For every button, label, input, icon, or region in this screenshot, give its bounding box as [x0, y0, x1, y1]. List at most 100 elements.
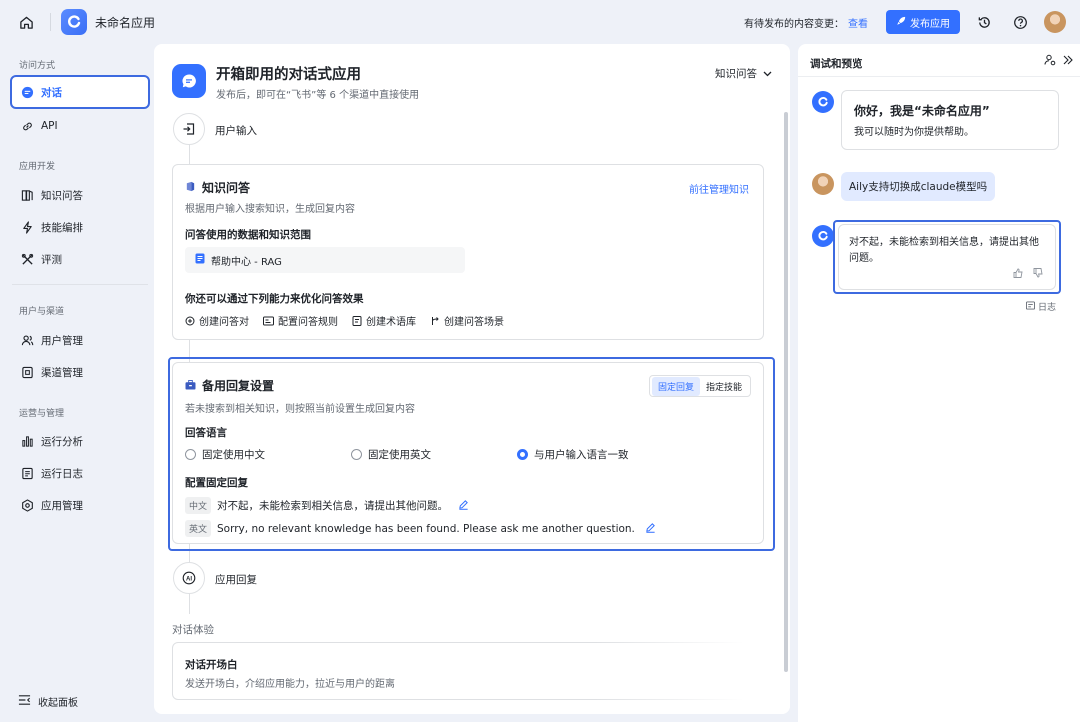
collapse-icon	[18, 694, 31, 709]
svg-text:AI: AI	[186, 576, 192, 582]
sidebar-item-qa[interactable]: 知识问答	[12, 180, 148, 210]
expand-right-icon[interactable]	[1062, 54, 1074, 69]
sidebar-section-access: 访问方式	[19, 61, 56, 71]
en-reply-text: Sorry, no relevant knowledge has been fo…	[217, 522, 635, 535]
sidebar-item-api[interactable]: API	[12, 111, 148, 141]
qa-scene-link[interactable]: 创建问答场景	[430, 313, 504, 328]
sidebar-item-logs[interactable]: 运行日志	[12, 458, 148, 488]
knowledge-qa-card: 知识问答 前往管理知识 根据用户输入搜索知识，生成回复内容 问答使用的数据和知识…	[172, 164, 764, 340]
thumbs-down-icon[interactable]	[1033, 268, 1043, 281]
specified-skill-tab[interactable]: 指定技能	[700, 377, 748, 396]
thumbs-up-icon[interactable]	[1013, 268, 1023, 281]
preview-actions	[1044, 54, 1074, 69]
plus-circle-icon	[185, 316, 195, 326]
sidebar-item-channels[interactable]: 渠道管理	[12, 357, 148, 387]
sidebar-item-users[interactable]: 用户管理	[12, 325, 148, 355]
sidebar-item-label: 渠道管理	[41, 366, 83, 379]
optimize-options: 创建问答对 配置问答规则 创建术语库 创建问答场景	[185, 313, 504, 328]
card-description: 根据用户输入搜索知识，生成回复内容	[185, 204, 355, 215]
briefcase-icon	[185, 379, 196, 393]
sidebar-item-skills[interactable]: 技能编排	[12, 212, 148, 242]
manage-knowledge-link[interactable]: 前往管理知识	[689, 181, 749, 196]
config-panel: 开箱即用的对话式应用 发布后，即可在“飞书”等 6 个渠道中直接使用 知识问答 …	[154, 44, 790, 714]
scrollbar[interactable]	[784, 112, 788, 672]
edit-pencil-icon[interactable]	[458, 499, 469, 513]
create-qa-pair-link[interactable]: 创建问答对	[185, 313, 249, 328]
glossary-icon	[352, 315, 362, 326]
knowledge-icon	[185, 181, 196, 195]
sidebar-item-label: 评测	[41, 253, 62, 266]
sidebar: 访问方式 对话 API 应用开发 知识问答 技能编排 评测 用户与渠道 用户管理…	[0, 44, 154, 722]
radio-chinese[interactable]: 固定使用中文	[185, 447, 351, 462]
book-icon	[20, 188, 34, 202]
sidebar-item-label: 用户管理	[41, 334, 83, 347]
lang-tag-en: 英文	[185, 520, 212, 537]
sidebar-item-manage[interactable]: 应用管理	[12, 490, 148, 520]
greeting-bubble: 你好，我是“未命名应用” 我可以随时为你提供帮助。	[841, 90, 1059, 150]
sidebar-section-users: 用户与渠道	[19, 307, 65, 317]
log-link[interactable]: 日志	[1025, 300, 1056, 313]
mode-dropdown[interactable]: 知识问答	[715, 66, 772, 81]
rules-icon	[263, 316, 274, 326]
tools-icon	[20, 252, 34, 266]
user-avatar	[812, 173, 834, 195]
edit-pencil-icon[interactable]	[645, 522, 656, 536]
user-message-bubble: Aily支持切换成claude模型吗	[841, 172, 996, 201]
publish-button[interactable]: 发布应用	[886, 10, 960, 34]
radio-english[interactable]: 固定使用英文	[351, 447, 517, 462]
help-icon[interactable]	[1008, 10, 1032, 34]
view-changes-link[interactable]: 查看	[848, 15, 868, 30]
language-label: 回答语言	[185, 427, 227, 439]
card-title: 知识问答	[185, 179, 250, 196]
preview-panel: 调试和预览 你好，我是“未命名应用” 我可以随时为你提供帮助。 Aily支持切换…	[798, 44, 1080, 722]
chat-app-icon	[172, 64, 206, 98]
sidebar-section-dev: 应用开发	[19, 162, 56, 172]
step-app-reply: 应用回复	[215, 574, 257, 586]
zh-reply-row: 中文 对不起，未能检索到相关信息，请提出其他问题。	[185, 497, 469, 514]
log-icon	[20, 466, 34, 480]
app-logo-icon	[61, 9, 87, 35]
user-settings-icon[interactable]	[1044, 54, 1056, 69]
sidebar-item-analytics[interactable]: 运行分析	[12, 426, 148, 456]
fade-overlay	[594, 604, 790, 714]
radio-circle	[351, 449, 362, 460]
preview-title: 调试和预览	[810, 58, 863, 70]
radio-circle-selected	[517, 449, 528, 460]
radio-match-user[interactable]: 与用户输入语言一致	[517, 447, 629, 462]
qa-rules-link[interactable]: 配置问答规则	[263, 313, 338, 328]
sidebar-item-label: 运行分析	[41, 435, 83, 448]
api-link-icon	[20, 119, 34, 133]
greeting-title: 你好，我是“未命名应用”	[854, 104, 990, 118]
glossary-link[interactable]: 创建术语库	[352, 313, 416, 328]
user-avatar[interactable]	[1044, 11, 1066, 33]
knowledge-base-chip[interactable]: 帮助中心 - RAG	[185, 247, 465, 273]
home-icon[interactable]	[12, 8, 40, 36]
sidebar-item-label: API	[41, 120, 58, 132]
page-subtitle: 发布后，即可在“飞书”等 6 个渠道中直接使用	[216, 90, 420, 101]
chevron-down-icon	[763, 68, 772, 80]
rocket-icon	[896, 16, 906, 29]
radio-circle	[185, 449, 196, 460]
bot-reply-text: 对不起，未能检索到相关信息，请提出其他问题。	[849, 237, 1039, 264]
sidebar-item-label: 知识问答	[41, 189, 83, 202]
opening-title: 对话开场白	[185, 659, 238, 671]
sidebar-item-label: 应用管理	[41, 499, 83, 512]
app-name[interactable]: 未命名应用	[95, 14, 155, 31]
en-reply-row: 英文 Sorry, no relevant knowledge has been…	[185, 520, 656, 537]
page-title: 开箱即用的对话式应用	[216, 67, 361, 83]
language-radio-group: 固定使用中文 固定使用英文 与用户输入语言一致	[185, 447, 629, 462]
fixed-reply-tab[interactable]: 固定回复	[651, 376, 700, 396]
sidebar-item-label: 对话	[41, 86, 62, 99]
step-user-input: 用户输入	[215, 125, 257, 137]
users-icon	[20, 333, 34, 347]
preview-divider	[798, 76, 1080, 77]
collapse-panel-button[interactable]: 收起面板	[18, 694, 78, 709]
collapse-label: 收起面板	[38, 698, 78, 709]
history-icon[interactable]	[972, 10, 996, 34]
sidebar-item-chat[interactable]: 对话	[10, 75, 150, 109]
opening-desc: 发送开场白，介绍应用能力，拉近与用户的距离	[185, 679, 395, 690]
divider	[50, 13, 51, 31]
optimize-label: 你还可以通过下列能力来优化问答效果	[185, 293, 364, 305]
lang-tag-zh: 中文	[185, 497, 212, 514]
sidebar-item-eval[interactable]: 评测	[12, 244, 148, 274]
